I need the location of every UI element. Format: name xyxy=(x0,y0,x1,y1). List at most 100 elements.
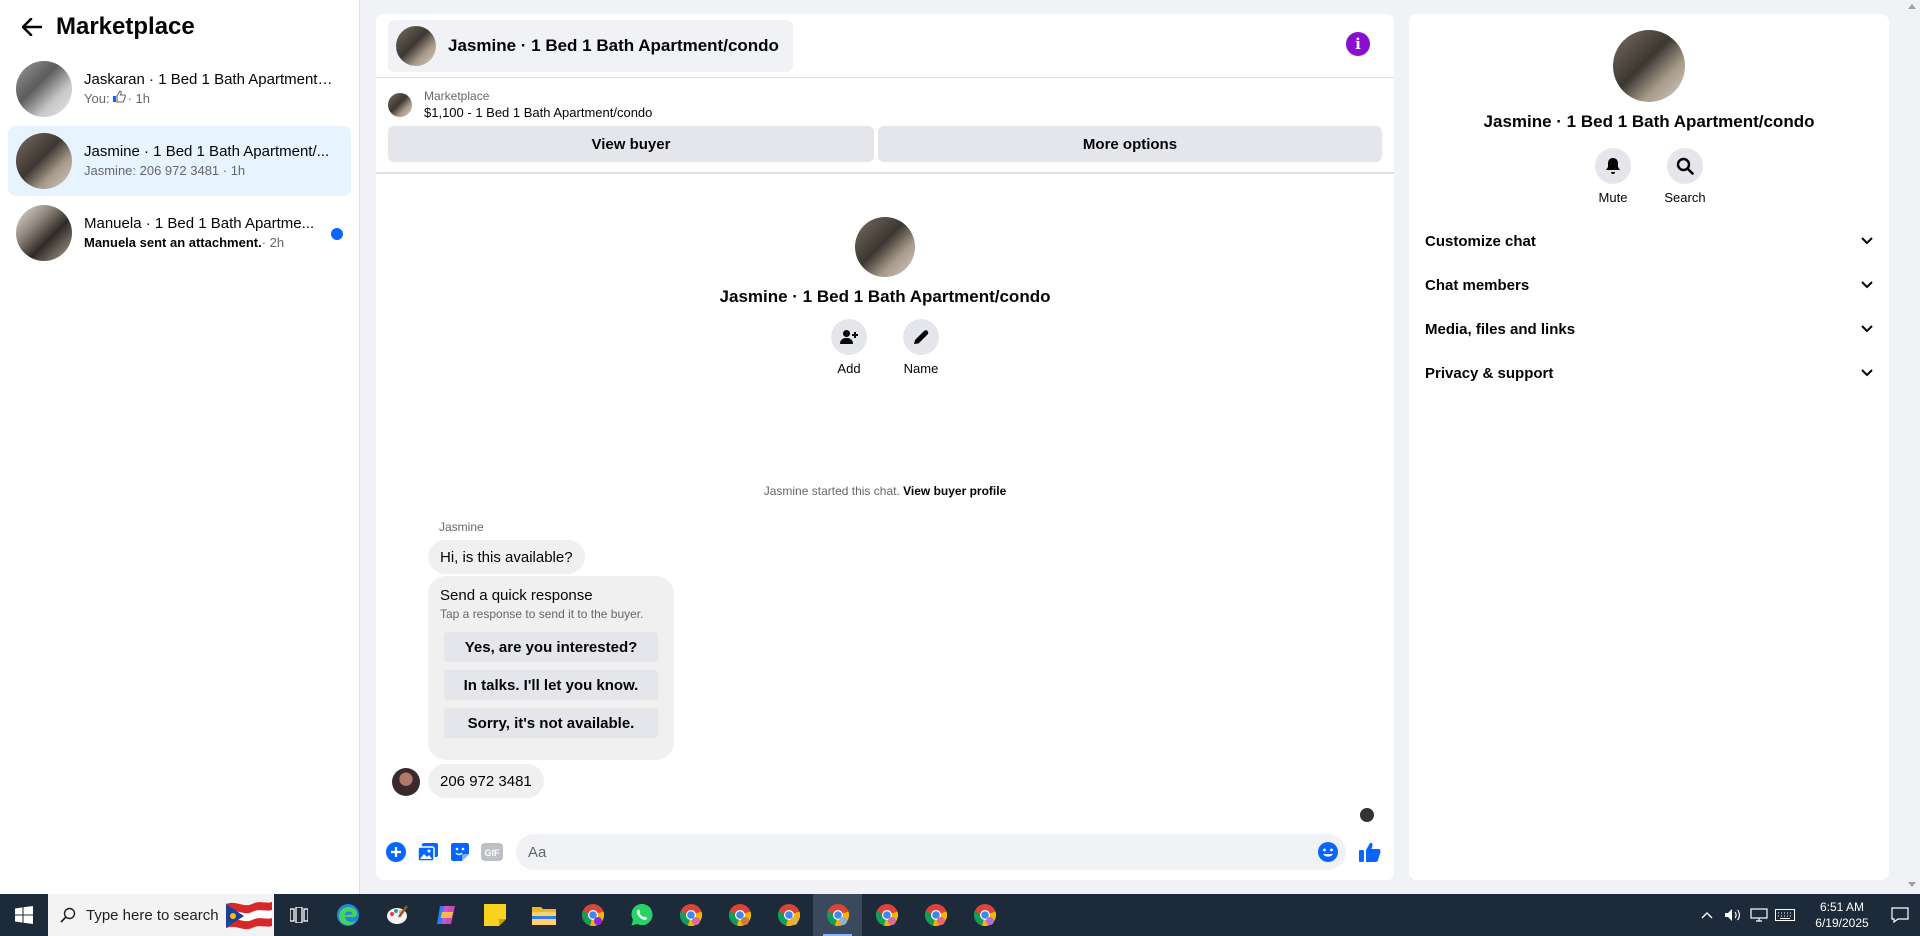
chevron-down-icon xyxy=(1861,325,1873,333)
chrome-profile-icon[interactable] xyxy=(862,894,911,936)
quick-response-button[interactable]: Yes, are you interested? xyxy=(444,632,658,662)
listing-label: Marketplace xyxy=(424,89,490,103)
conversation-title: Jasmine · 1 Bed 1 Bath Apartment/... xyxy=(84,143,330,160)
conversation-text: Jasmine · 1 Bed 1 Bath Apartment/... Jas… xyxy=(84,142,334,180)
section-chat-members[interactable]: Chat members xyxy=(1417,263,1881,307)
view-buyer-button[interactable]: View buyer xyxy=(388,126,874,162)
windows-start-icon[interactable] xyxy=(0,894,48,936)
conversation-avatar xyxy=(16,133,72,189)
copilot-icon[interactable] xyxy=(421,894,470,936)
message-sender-name: Jasmine xyxy=(439,520,484,534)
conversation-item-jaskaran[interactable]: Jaskaran · 1 Bed 1 Bath Apartment/... Yo… xyxy=(8,54,351,124)
scrollbar-up-arrow[interactable] xyxy=(1908,4,1916,9)
chrome-profile-icon[interactable] xyxy=(666,894,715,936)
intro-actions: Add Name xyxy=(813,319,957,376)
gif-icon[interactable]: GIF xyxy=(480,840,504,864)
quick-response-card: Send a quick response Tap a response to … xyxy=(428,576,674,760)
svg-text:GIF: GIF xyxy=(485,848,501,858)
conversation-text: Jaskaran · 1 Bed 1 Bath Apartment/... Yo… xyxy=(84,70,334,108)
sidebar-header: Marketplace xyxy=(0,0,359,54)
chevron-down-icon xyxy=(1861,369,1873,377)
listing-buttons: View buyer More options xyxy=(388,126,1382,162)
notification-icon[interactable] xyxy=(1880,907,1920,923)
intro-title: Jasmine · 1 Bed 1 Bath Apartment/condo xyxy=(719,287,1051,306)
add-people-button[interactable]: Add xyxy=(813,319,885,376)
chat-intro: Jasmine · 1 Bed 1 Bath Apartment/condo A… xyxy=(376,217,1394,376)
plus-icon[interactable] xyxy=(384,840,408,864)
preview-time: · 2h xyxy=(261,235,285,250)
preview-time: · 1h xyxy=(127,91,150,106)
chat-header-title: Jasmine · 1 Bed 1 Bath Apartment/condo xyxy=(448,35,779,55)
view-buyer-profile-link[interactable]: View buyer profile xyxy=(903,484,1006,498)
conversation-sidebar: Marketplace Jaskaran · 1 Bed 1 Bath Apar… xyxy=(0,0,360,894)
photo-icon[interactable] xyxy=(416,840,440,864)
edge-browser-icon[interactable] xyxy=(323,894,372,936)
chrome-profile-icon[interactable] xyxy=(911,894,960,936)
listing-thumbnail xyxy=(388,93,412,117)
file-explorer-icon[interactable] xyxy=(519,894,568,936)
back-arrow-icon[interactable] xyxy=(20,15,44,39)
taskbar-search-box[interactable]: Type here to search xyxy=(48,894,274,936)
emoji-icon[interactable] xyxy=(1318,842,1338,862)
more-options-button[interactable]: More options xyxy=(878,126,1382,162)
thumbs-up-icon xyxy=(112,90,126,108)
chevron-down-icon xyxy=(1861,237,1873,245)
chat-header-profile[interactable]: Jasmine · 1 Bed 1 Bath Apartment/condo xyxy=(388,19,793,72)
taskbar-clock[interactable]: 6:51 AM 6/19/2025 xyxy=(1804,899,1880,931)
conversation-item-jasmine[interactable]: Jasmine · 1 Bed 1 Bath Apartment/... Jas… xyxy=(8,126,351,196)
chrome-profile-icon-active[interactable] xyxy=(813,894,862,936)
sticker-icon[interactable] xyxy=(448,840,472,864)
intro-avatar xyxy=(855,217,915,277)
chevron-down-icon xyxy=(1861,281,1873,289)
section-label: Chat members xyxy=(1425,276,1530,294)
clock-date: 6/19/2025 xyxy=(1815,916,1869,930)
search-button[interactable]: Search xyxy=(1649,148,1721,205)
section-media-files-links[interactable]: Media, files and links xyxy=(1417,307,1881,351)
whatsapp-icon[interactable] xyxy=(617,894,666,936)
listing-info[interactable]: Marketplace $1,100 - 1 Bed 1 Bath Apartm… xyxy=(388,88,1382,122)
chrome-icon[interactable] xyxy=(568,894,617,936)
conversation-avatar xyxy=(16,61,72,117)
conversation-text: Manuela · 1 Bed 1 Bath Apartme... Manuel… xyxy=(84,214,334,252)
bell-icon xyxy=(1595,148,1631,184)
search-icon xyxy=(1667,148,1703,184)
message-input-wrapper xyxy=(516,834,1346,870)
conversation-avatar xyxy=(16,205,72,261)
info-title: Jasmine · 1 Bed 1 Bath Apartment/condo xyxy=(1483,112,1815,131)
windows-taskbar: Type here to search 6:51 AM 6/19/2025 xyxy=(0,894,1920,936)
name-label: Name xyxy=(903,361,939,376)
chat-header: Jasmine · 1 Bed 1 Bath Apartment/condo i xyxy=(376,14,1394,78)
message-input[interactable] xyxy=(528,843,1318,861)
info-avatar xyxy=(1613,30,1685,102)
task-view-icon[interactable] xyxy=(274,894,323,936)
scrollbar-down-arrow[interactable] xyxy=(1908,882,1916,887)
paint-app-icon[interactable] xyxy=(372,894,421,936)
pencil-icon xyxy=(903,319,939,355)
volume-icon[interactable] xyxy=(1720,908,1746,922)
section-customize-chat[interactable]: Customize chat xyxy=(1417,219,1881,263)
sticky-notes-icon[interactable] xyxy=(470,894,519,936)
conversation-preview: Manuela sent an attachment. · 2h xyxy=(84,234,334,252)
info-icon[interactable]: i xyxy=(1346,32,1370,56)
message-composer: GIF xyxy=(376,832,1394,872)
mute-button[interactable]: Mute xyxy=(1577,148,1649,205)
chevron-up-icon[interactable] xyxy=(1694,911,1720,919)
news-flag-icon xyxy=(226,902,272,930)
network-icon[interactable] xyxy=(1746,908,1772,922)
mute-label: Mute xyxy=(1598,190,1628,205)
keyboard-icon[interactable] xyxy=(1772,909,1798,921)
clock-time: 6:51 AM xyxy=(1819,900,1865,914)
chat-panel: Jasmine · 1 Bed 1 Bath Apartment/condo i… xyxy=(376,14,1394,880)
section-privacy-support[interactable]: Privacy & support xyxy=(1417,351,1881,395)
listing-text: Marketplace $1,100 - 1 Bed 1 Bath Apartm… xyxy=(424,88,652,122)
like-thumbs-up-icon[interactable] xyxy=(1358,840,1382,864)
chrome-profile-icon[interactable] xyxy=(960,894,1009,936)
chrome-profile-icon[interactable] xyxy=(764,894,813,936)
quick-response-button[interactable]: Sorry, it's not available. xyxy=(444,708,658,738)
chrome-profile-icon[interactable] xyxy=(715,894,764,936)
conversation-item-manuela[interactable]: Manuela · 1 Bed 1 Bath Apartme... Manuel… xyxy=(8,198,351,268)
seen-indicator-avatar xyxy=(1360,808,1374,822)
quick-response-button[interactable]: In talks. I'll let you know. xyxy=(444,670,658,700)
section-label: Media, files and links xyxy=(1425,320,1576,338)
edit-name-button[interactable]: Name xyxy=(885,319,957,376)
